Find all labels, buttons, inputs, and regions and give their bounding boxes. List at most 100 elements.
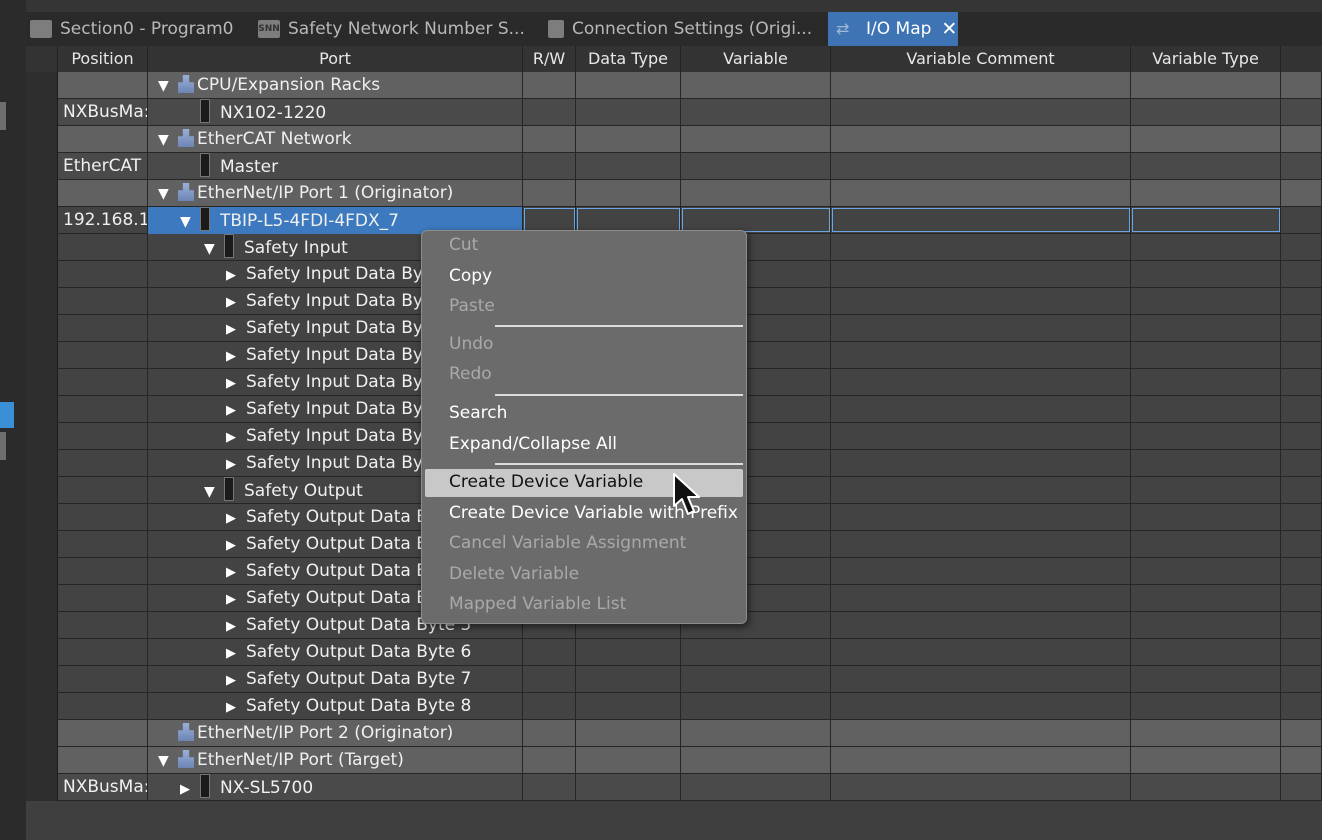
variable-comment-cell[interactable]	[831, 477, 1131, 504]
position-cell[interactable]	[58, 639, 148, 666]
row-selector[interactable]	[26, 774, 58, 801]
extra-cell[interactable]	[1281, 639, 1322, 666]
data-type-cell[interactable]	[576, 153, 681, 180]
row-selector[interactable]	[26, 666, 58, 693]
data-type-cell[interactable]	[576, 666, 681, 693]
variable-comment-cell[interactable]	[831, 450, 1131, 477]
row-selector[interactable]	[26, 423, 58, 450]
column-header-variable-type[interactable]: Variable Type	[1131, 46, 1281, 72]
variable-type-cell[interactable]	[1131, 234, 1281, 261]
collapse-arrow-icon[interactable]: ▼	[158, 127, 172, 153]
port-cell[interactable]: ▶ Safety Output Data Byte 7	[148, 666, 523, 693]
row-selector[interactable]	[26, 315, 58, 342]
data-type-cell[interactable]	[576, 180, 681, 207]
collapse-arrow-icon[interactable]: ▼	[204, 479, 218, 504]
position-cell[interactable]	[58, 450, 148, 477]
data-type-cell[interactable]	[576, 720, 681, 747]
row-selector[interactable]	[26, 585, 58, 612]
row-selector[interactable]	[26, 612, 58, 639]
table-row[interactable]: ▶ Safety Output Data Byte 6	[26, 639, 1322, 666]
column-header-position[interactable]: Position	[58, 46, 148, 72]
row-selector[interactable]	[26, 99, 58, 126]
variable-type-cell[interactable]	[1131, 423, 1281, 450]
table-row[interactable]: EtherCAT I Master	[26, 153, 1322, 180]
row-selector[interactable]	[26, 369, 58, 396]
column-header-rw[interactable]: R/W	[523, 46, 576, 72]
collapse-arrow-icon[interactable]: ▼	[180, 209, 194, 234]
position-cell[interactable]	[58, 342, 148, 369]
column-header-data-type[interactable]: Data Type	[576, 46, 681, 72]
collapse-arrow-icon[interactable]: ▼	[158, 181, 172, 207]
menu-item-cancel-variable-assignment[interactable]: Cancel Variable Assignment	[449, 529, 686, 557]
variable-comment-cell[interactable]	[831, 747, 1131, 774]
extra-cell[interactable]	[1281, 585, 1322, 612]
extra-cell[interactable]	[1281, 720, 1322, 747]
table-row[interactable]: ▼ EtherNet/IP Port (Target)	[26, 747, 1322, 774]
variable-comment-cell[interactable]	[831, 558, 1131, 585]
variable-type-cell[interactable]	[1131, 396, 1281, 423]
variable-comment-cell[interactable]	[831, 423, 1131, 450]
row-selector[interactable]	[26, 207, 58, 234]
position-cell[interactable]: NXBusMa:	[58, 774, 148, 801]
expand-arrow-icon[interactable]: ▶	[226, 532, 240, 558]
expand-arrow-icon[interactable]: ▶	[226, 667, 240, 693]
variable-cell[interactable]	[681, 126, 831, 153]
table-row[interactable]: ▶ Safety Output Data Byte 7	[26, 666, 1322, 693]
extra-cell[interactable]	[1281, 666, 1322, 693]
row-selector[interactable]	[26, 720, 58, 747]
variable-comment-cell[interactable]	[831, 531, 1131, 558]
row-selector[interactable]	[26, 693, 58, 720]
variable-cell[interactable]	[681, 666, 831, 693]
row-selector[interactable]	[26, 531, 58, 558]
extra-cell[interactable]	[1281, 504, 1322, 531]
position-cell[interactable]	[58, 315, 148, 342]
variable-type-cell[interactable]	[1131, 774, 1281, 801]
extra-cell[interactable]	[1281, 369, 1322, 396]
variable-type-cell[interactable]	[1131, 315, 1281, 342]
expand-arrow-icon[interactable]: ▶	[226, 613, 240, 639]
extra-cell[interactable]	[1281, 342, 1322, 369]
position-cell[interactable]	[58, 369, 148, 396]
menu-item-create-device-variable[interactable]: Create Device Variable	[449, 468, 643, 496]
variable-type-cell[interactable]	[1131, 477, 1281, 504]
position-cell[interactable]	[58, 531, 148, 558]
rw-cell[interactable]	[523, 693, 576, 720]
row-selector[interactable]	[26, 234, 58, 261]
port-cell[interactable]: Master	[148, 153, 523, 180]
position-cell[interactable]: EtherCAT I	[58, 153, 148, 180]
row-selector[interactable]	[26, 261, 58, 288]
menu-item-delete-variable[interactable]: Delete Variable	[449, 560, 579, 588]
rw-cell[interactable]	[523, 639, 576, 666]
variable-comment-cell[interactable]	[831, 234, 1131, 261]
variable-type-cell[interactable]	[1131, 342, 1281, 369]
position-cell[interactable]	[58, 720, 148, 747]
table-row[interactable]: NXBusMa: ▶ NX-SL5700	[26, 774, 1322, 801]
variable-comment-cell[interactable]	[831, 126, 1131, 153]
variable-type-cell[interactable]	[1131, 720, 1281, 747]
variable-type-cell[interactable]	[1131, 747, 1281, 774]
variable-comment-cell[interactable]	[831, 180, 1131, 207]
variable-type-cell[interactable]	[1131, 450, 1281, 477]
position-cell[interactable]	[58, 477, 148, 504]
extra-cell[interactable]	[1281, 423, 1322, 450]
rw-cell[interactable]	[523, 747, 576, 774]
variable-type-cell[interactable]	[1131, 585, 1281, 612]
rw-cell[interactable]	[523, 720, 576, 747]
position-cell[interactable]	[58, 126, 148, 153]
extra-cell[interactable]	[1281, 153, 1322, 180]
menu-item-cut[interactable]: Cut	[449, 231, 478, 259]
menu-item-paste[interactable]: Paste	[449, 292, 495, 320]
collapse-arrow-icon[interactable]: ▼	[158, 748, 172, 774]
row-selector[interactable]	[26, 126, 58, 153]
column-header-variable-comment[interactable]: Variable Comment	[831, 46, 1131, 72]
position-cell[interactable]	[58, 72, 148, 99]
tab-connection-settings[interactable]: Connection Settings (Origi...	[544, 12, 828, 46]
extra-cell[interactable]	[1281, 747, 1322, 774]
variable-comment-cell[interactable]	[831, 99, 1131, 126]
expand-arrow-icon[interactable]: ▶	[226, 694, 240, 720]
port-cell[interactable]: ▼ EtherNet/IP Port (Target)	[148, 747, 523, 774]
expand-arrow-icon[interactable]: ▶	[180, 776, 194, 801]
variable-cell[interactable]	[681, 774, 831, 801]
variable-type-cell[interactable]	[1131, 666, 1281, 693]
row-selector[interactable]	[26, 342, 58, 369]
